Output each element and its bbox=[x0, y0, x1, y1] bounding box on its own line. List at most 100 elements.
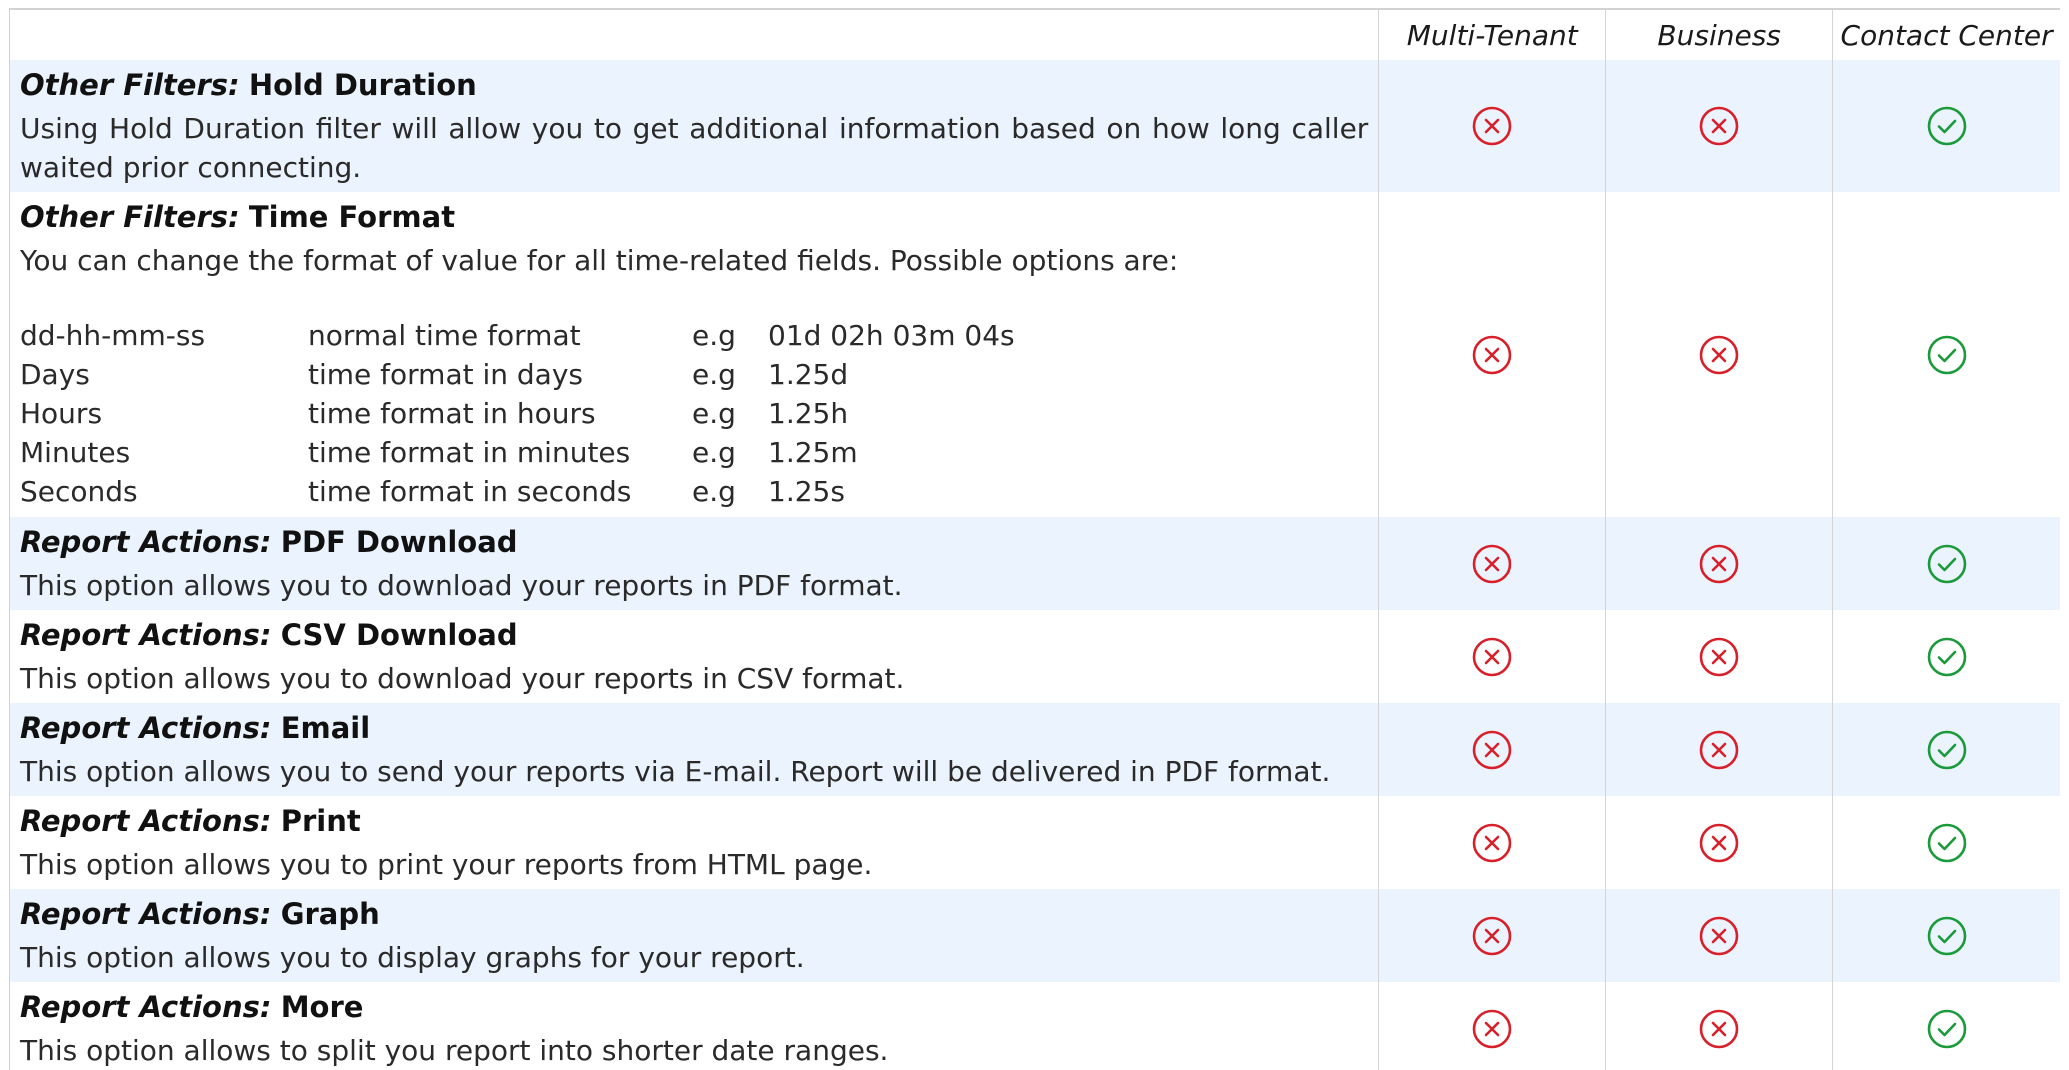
feature-description-cell: Report Actions: PDF Download This option… bbox=[10, 517, 1380, 610]
feature-title: Report Actions: CSV Download bbox=[20, 616, 1368, 654]
x-circle-icon bbox=[1698, 1008, 1740, 1050]
header-feature-cell bbox=[10, 10, 1380, 60]
x-circle-icon bbox=[1471, 822, 1513, 864]
x-circle-icon bbox=[1471, 915, 1513, 957]
availability-contact-center bbox=[1833, 703, 2060, 796]
format-meaning: time format in days bbox=[308, 358, 583, 391]
time-format-options: dd-hh-mm-ss normal time format e.g 01d 0… bbox=[20, 316, 1368, 511]
feature-category: Report Actions: bbox=[20, 711, 272, 745]
feature-description: Using Hold Duration filter will allow yo… bbox=[20, 112, 1369, 184]
column-header-contact-center: Contact Center bbox=[1840, 18, 2053, 52]
feature-description: You can change the format of value for a… bbox=[20, 244, 1179, 277]
feature-name: Email bbox=[280, 711, 371, 745]
table-row: Report Actions: PDF Download This option… bbox=[10, 517, 2060, 610]
feature-category: Other Filters: bbox=[20, 68, 240, 102]
availability-business bbox=[1606, 889, 1834, 982]
feature-name: PDF Download bbox=[280, 525, 518, 559]
feature-category: Report Actions: bbox=[20, 990, 272, 1024]
table-row: Report Actions: Graph This option allows… bbox=[10, 889, 2060, 982]
availability-contact-center bbox=[1833, 796, 2060, 889]
x-circle-icon bbox=[1698, 334, 1740, 376]
availability-business bbox=[1606, 982, 1834, 1070]
x-circle-icon bbox=[1471, 636, 1513, 678]
x-circle-icon bbox=[1698, 915, 1740, 957]
feature-category: Report Actions: bbox=[20, 525, 272, 559]
availability-multi-tenant bbox=[1379, 610, 1607, 703]
table-row: Report Actions: CSV Download This option… bbox=[10, 610, 2060, 703]
feature-description-cell: Report Actions: Print This option allows… bbox=[10, 796, 1380, 889]
feature-description: This option allows you to print your rep… bbox=[20, 848, 873, 881]
availability-contact-center bbox=[1833, 60, 2060, 192]
format-code: Days bbox=[20, 358, 90, 391]
x-circle-icon bbox=[1471, 105, 1513, 147]
x-circle-icon bbox=[1471, 729, 1513, 771]
format-example: 1.25m bbox=[768, 436, 858, 469]
feature-name: Print bbox=[280, 804, 361, 838]
feature-description: This option allows you to display graphs… bbox=[20, 941, 805, 974]
availability-contact-center bbox=[1833, 192, 2060, 517]
availability-multi-tenant bbox=[1379, 517, 1607, 610]
feature-description: This option allows to split you report i… bbox=[20, 1034, 889, 1067]
format-eg: e.g bbox=[692, 319, 736, 352]
table-header-row: Multi-Tenant Business Contact Center bbox=[10, 10, 2060, 60]
check-circle-icon bbox=[1926, 105, 1968, 147]
feature-category: Report Actions: bbox=[20, 897, 272, 931]
feature-name: Hold Duration bbox=[248, 68, 477, 102]
feature-title: Report Actions: Print bbox=[20, 802, 1368, 840]
format-meaning: normal time format bbox=[308, 319, 581, 352]
feature-category: Other Filters: bbox=[20, 200, 240, 234]
table-row: Report Actions: Print This option allows… bbox=[10, 796, 2060, 889]
availability-contact-center bbox=[1833, 889, 2060, 982]
format-example: 1.25h bbox=[768, 397, 849, 430]
x-circle-icon bbox=[1471, 334, 1513, 376]
availability-business bbox=[1606, 796, 1834, 889]
format-eg: e.g bbox=[692, 436, 736, 469]
feature-name: More bbox=[280, 990, 364, 1024]
format-eg: e.g bbox=[692, 397, 736, 430]
feature-title: Other Filters: Time Format bbox=[20, 198, 1368, 236]
table-row: Report Actions: Email This option allows… bbox=[10, 703, 2060, 796]
column-header-business: Business bbox=[1606, 10, 1834, 60]
feature-comparison-table: Multi-Tenant Business Contact Center Oth… bbox=[9, 8, 2060, 1070]
availability-multi-tenant bbox=[1379, 703, 1607, 796]
availability-multi-tenant bbox=[1379, 889, 1607, 982]
check-circle-icon bbox=[1926, 822, 1968, 864]
column-header-multi-tenant: Multi-Tenant bbox=[1379, 10, 1607, 60]
availability-business bbox=[1606, 517, 1834, 610]
feature-category: Report Actions: bbox=[20, 804, 272, 838]
check-circle-icon bbox=[1926, 915, 1968, 957]
x-circle-icon bbox=[1471, 1008, 1513, 1050]
table-row: Report Actions: More This option allows … bbox=[10, 982, 2060, 1070]
availability-contact-center bbox=[1833, 610, 2060, 703]
availability-multi-tenant bbox=[1379, 796, 1607, 889]
time-format-option: Seconds time format in seconds e.g 1.25s bbox=[20, 472, 1368, 511]
x-circle-icon bbox=[1698, 543, 1740, 585]
feature-description: This option allows you to download your … bbox=[20, 662, 905, 695]
availability-business bbox=[1606, 610, 1834, 703]
availability-business bbox=[1606, 703, 1834, 796]
feature-name: CSV Download bbox=[280, 618, 518, 652]
table-row: Other Filters: Time Format You can chang… bbox=[10, 192, 2060, 517]
availability-multi-tenant bbox=[1379, 192, 1607, 517]
format-example: 1.25s bbox=[768, 475, 845, 508]
format-code: Seconds bbox=[20, 475, 138, 508]
time-format-option: Days time format in days e.g 1.25d bbox=[20, 355, 1368, 394]
time-format-option: Minutes time format in minutes e.g 1.25m bbox=[20, 433, 1368, 472]
feature-description-cell: Report Actions: Graph This option allows… bbox=[10, 889, 1380, 982]
check-circle-icon bbox=[1926, 729, 1968, 771]
format-meaning: time format in minutes bbox=[308, 436, 631, 469]
x-circle-icon bbox=[1698, 822, 1740, 864]
feature-description: This option allows you to send your repo… bbox=[20, 755, 1331, 788]
availability-multi-tenant bbox=[1379, 60, 1607, 192]
format-code: dd-hh-mm-ss bbox=[20, 319, 206, 352]
format-example: 1.25d bbox=[768, 358, 849, 391]
feature-description-cell: Other Filters: Hold Duration Using Hold … bbox=[10, 60, 1380, 192]
availability-business bbox=[1606, 60, 1834, 192]
feature-title: Report Actions: Graph bbox=[20, 895, 1368, 933]
feature-description: This option allows you to download your … bbox=[20, 569, 903, 602]
feature-title: Report Actions: More bbox=[20, 988, 1368, 1026]
feature-description-cell: Report Actions: CSV Download This option… bbox=[10, 610, 1380, 703]
x-circle-icon bbox=[1698, 105, 1740, 147]
x-circle-icon bbox=[1698, 636, 1740, 678]
check-circle-icon bbox=[1926, 1008, 1968, 1050]
